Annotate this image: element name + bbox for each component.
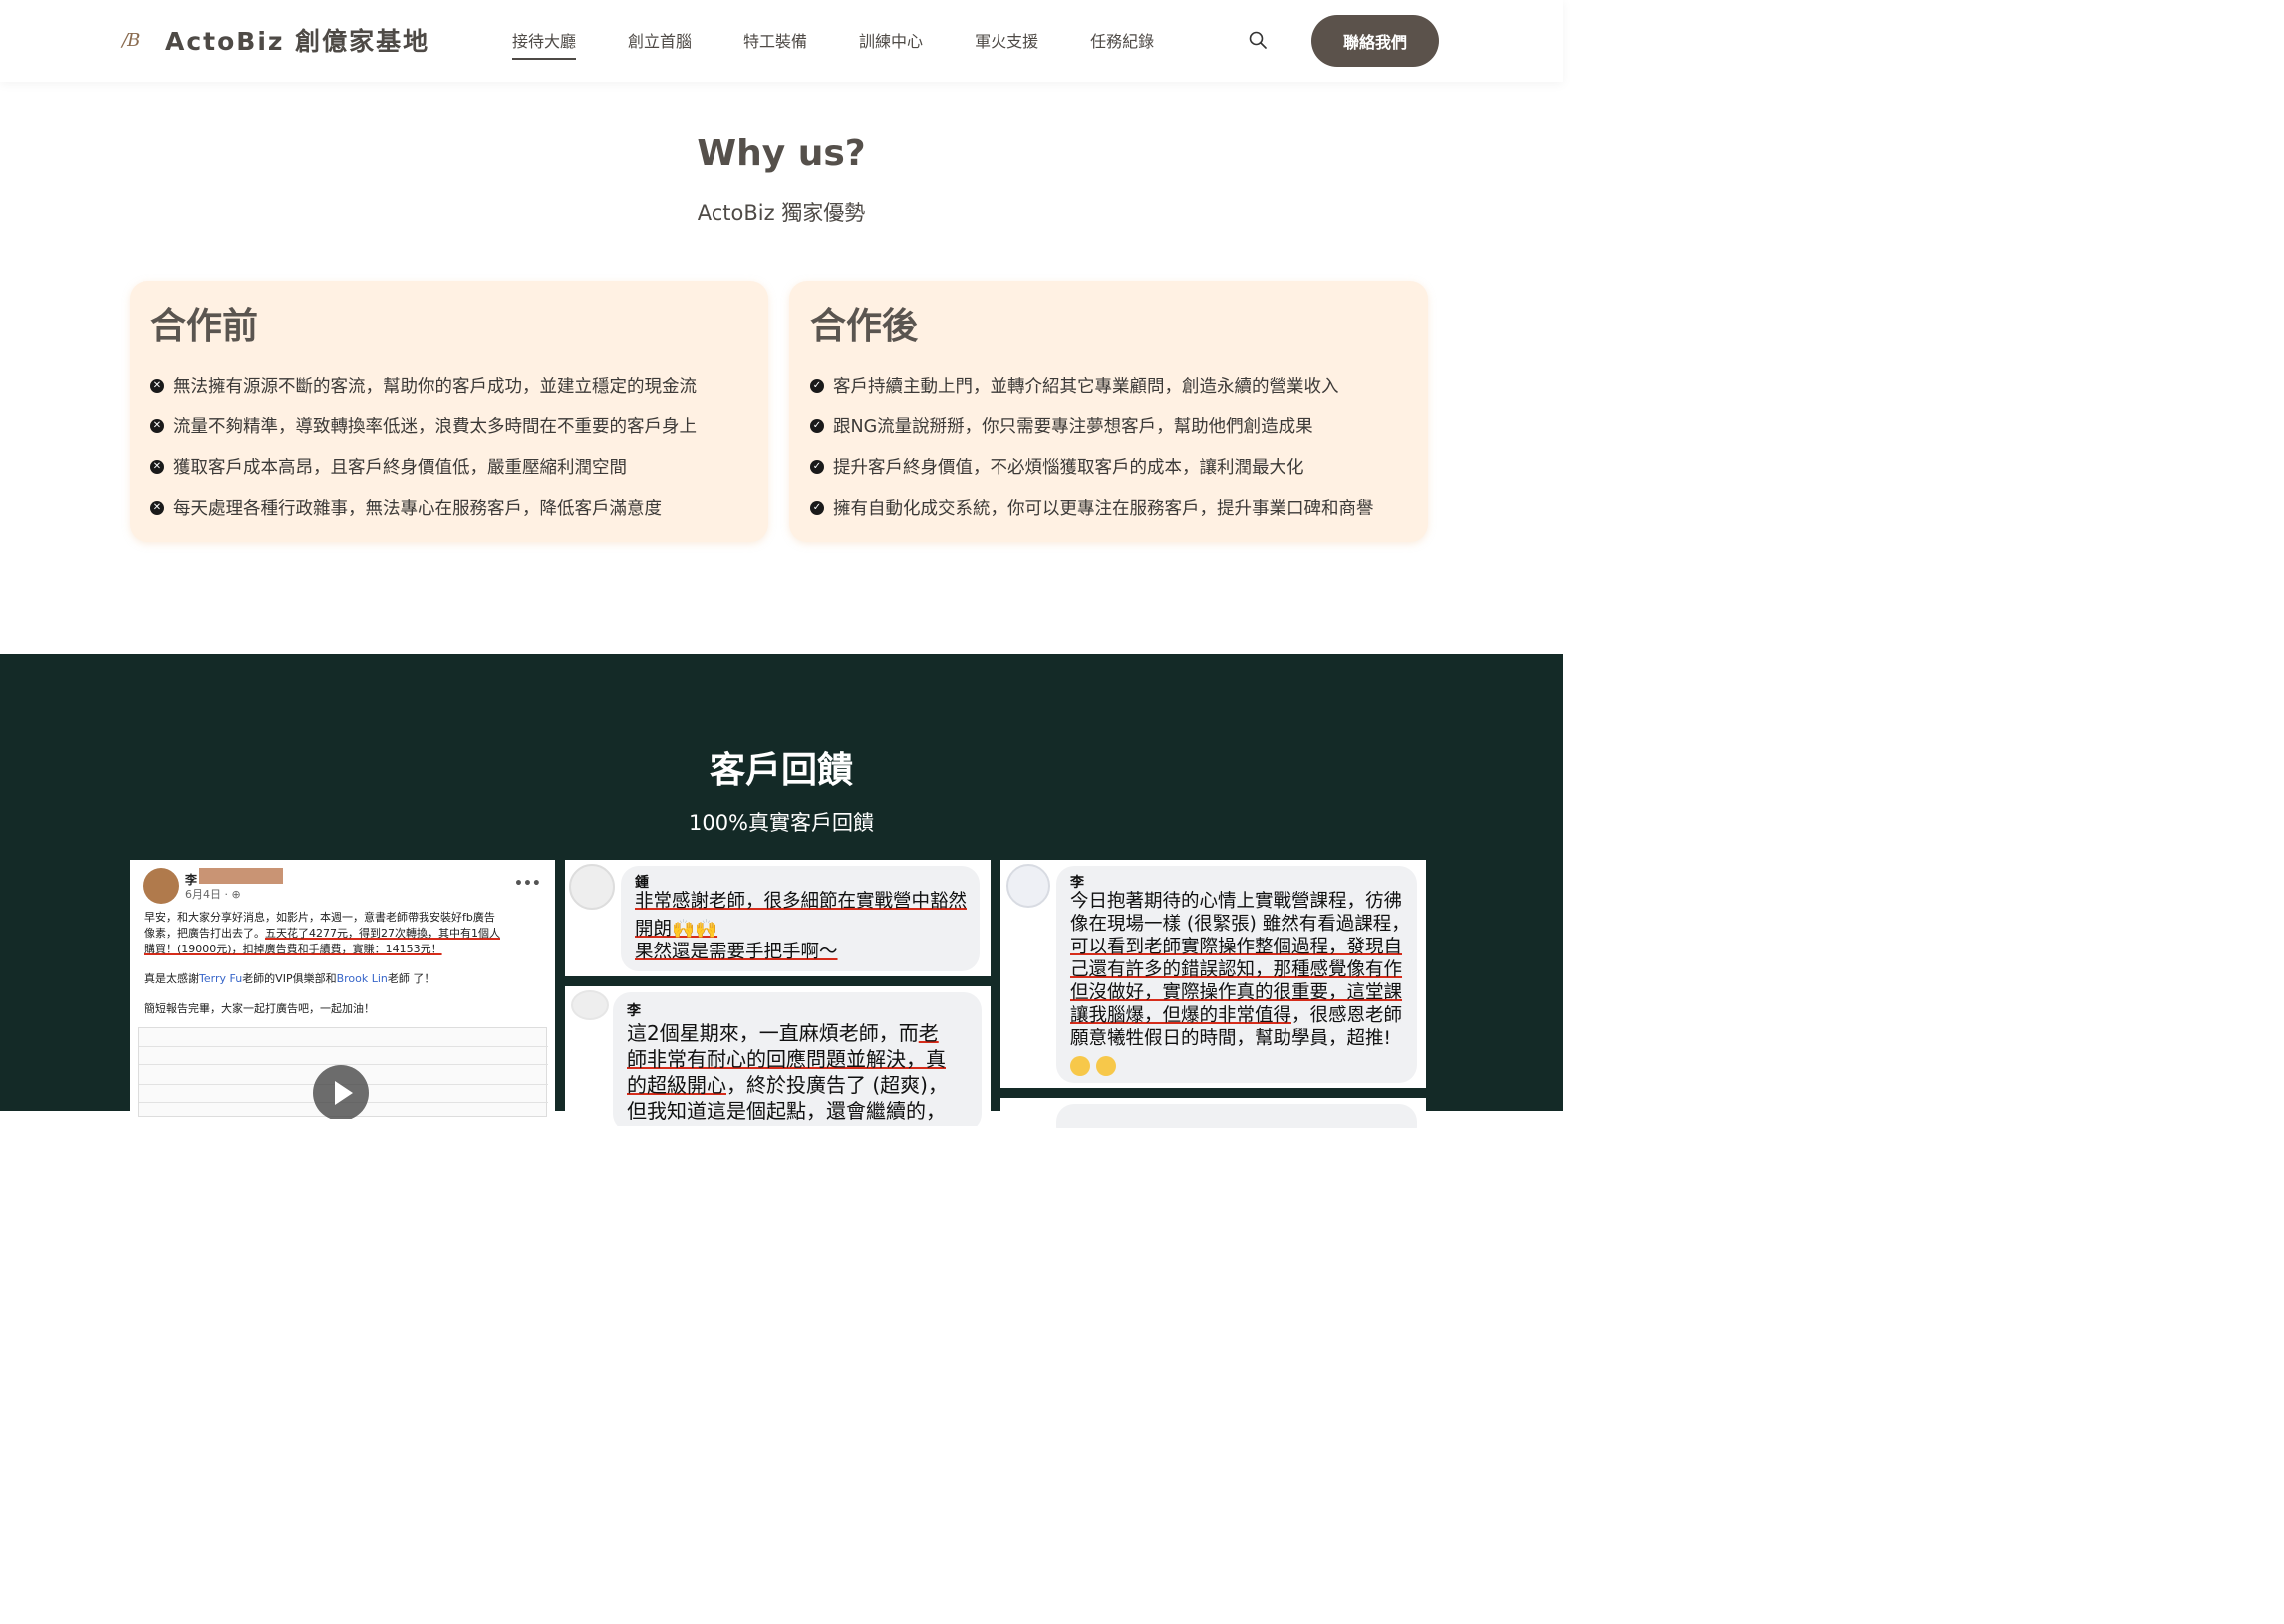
x-circle-icon: ✕: [150, 418, 164, 433]
redacted-block: [199, 868, 283, 884]
check-circle-icon: ✓: [810, 500, 824, 515]
avatar: [143, 868, 179, 904]
check-circle-icon: ✓: [810, 459, 824, 474]
avatar: [569, 864, 615, 910]
avatar: [571, 990, 609, 1020]
list-item: ✕ 獲取客戶成本高昂，且客戶終身價值低，嚴重壓縮利潤空間: [150, 446, 697, 487]
check-circle-icon: ✓: [810, 418, 824, 433]
feedback-screenshot-comment[interactable]: 鍾 非常感謝老師，很多細節在實戰營中豁然 開朗🙌🙌 果然還是需要手把手啊～: [565, 860, 991, 976]
nav-item-equipment[interactable]: 特工裝備: [743, 28, 807, 60]
card-title: 合作後: [810, 306, 919, 347]
list-item: ✓ 提升客戶終身價值，不必煩惱獲取客戶的成本，讓利潤最大化: [810, 446, 1374, 487]
before-list: ✕ 無法擁有源源不斷的客流，幫助你的客戶成功，並建立穩定的現金流 ✕ 流量不夠精準，…: [150, 365, 697, 528]
x-circle-icon: ✕: [150, 459, 164, 474]
comment-text: 這2個星期來，一直麻煩老師，而老 師非常有耐心的回應問題並解決，真 的超級開心，…: [627, 1021, 948, 1123]
card-title: 合作前: [150, 306, 259, 347]
site-header: /B ActoBiz 創億家基地 接待大廳 創立首腦 特工裝備 訓練中心 軍火支…: [0, 0, 1563, 82]
play-icon[interactable]: [313, 1065, 369, 1119]
feedback-screenshot-comment[interactable]: [1000, 1098, 1426, 1128]
list-item: ✓ 客戶持續主動上門，並轉介紹其它專業顧問，創造永續的營業收入: [810, 365, 1374, 406]
laughing-emoji-icon: [1070, 1056, 1090, 1076]
comment-author: 鍾: [635, 875, 649, 891]
check-circle-icon: ✓: [810, 378, 824, 393]
list-item: ✕ 無法擁有源源不斷的客流，幫助你的客戶成功，並建立穩定的現金流: [150, 365, 697, 406]
avatar: [1006, 864, 1050, 908]
nav-item-training[interactable]: 訓練中心: [859, 28, 923, 60]
post-date: 6月4日 · ⊕: [185, 888, 241, 901]
search-icon[interactable]: [1248, 30, 1268, 50]
x-circle-icon: ✕: [150, 500, 164, 515]
section-subtitle: ActoBiz 獨家優勢: [697, 201, 866, 225]
before-card: 合作前 ✕ 無法擁有源源不斷的客流，幫助你的客戶成功，並建立穩定的現金流 ✕ 流量不…: [130, 281, 768, 542]
nav-item-missions[interactable]: 任務紀錄: [1090, 28, 1154, 60]
why-us-section: Why us? ActoBiz 獨家優勢 合作前 ✕ 無法擁有源源不斷的客流，幫助…: [0, 82, 1563, 654]
list-item: ✕ 流量不夠精準，導致轉換率低迷，浪費太多時間在不重要的客戶身上: [150, 406, 697, 446]
feedback-section: 客戶回饋 100%真實客戶回饋 李 6月4日 · ⊕ ••• 早安，和大家分享好…: [0, 654, 1563, 1128]
logo-mark: /B: [122, 29, 140, 51]
contact-us-button[interactable]: 聯絡我們: [1311, 15, 1439, 67]
post-body: 早安，和大家分享好消息，如影片，本週一，意書老師帶我安裝好fb廣告 像素，把廣告…: [144, 911, 500, 1015]
site-logo[interactable]: /B ActoBiz 創億家基地: [122, 22, 429, 58]
nav-item-founder[interactable]: 創立首腦: [628, 28, 692, 60]
more-icon[interactable]: •••: [514, 876, 541, 892]
comment-text: 非常感謝老師，很多細節在實戰營中豁然 開朗🙌🙌 果然還是需要手把手啊～: [635, 891, 968, 962]
list-item: ✕ 每天處理各種行政雜事，無法專心在服務客戶，降低客戶滿意度: [150, 487, 697, 528]
after-list: ✓ 客戶持續主動上門，並轉介紹其它專業顧問，創造永續的營業收入 ✓ 跟NG流量說掰掰…: [810, 365, 1374, 528]
feedback-screenshot-comment[interactable]: 李 今日抱著期待的心情上實戰營課程，彷彿 像在現場一樣 (很緊張) 雖然有看過課…: [1000, 860, 1426, 1088]
section-title: Why us?: [697, 134, 866, 174]
logo-text: ActoBiz 創億家基地: [165, 27, 430, 56]
section-subtitle: 100%真實客戶回饋: [688, 811, 875, 835]
comment-author: 李: [1070, 875, 1084, 891]
comment-bubble: [1056, 1104, 1417, 1128]
feedback-screenshot-comment[interactable]: 李 這2個星期來，一直麻煩老師，而老 師非常有耐心的回應問題並解決，真 的超級開…: [565, 986, 991, 1126]
feedback-screenshot-post[interactable]: 李 6月4日 · ⊕ ••• 早安，和大家分享好消息，如影片，本週一，意書老師帶…: [130, 860, 555, 1119]
laughing-emoji-icon: [1096, 1056, 1116, 1076]
list-item: ✓ 擁有自動化成交系統，你可以更專注在服務客戶，提升事業口碑和商譽: [810, 487, 1374, 528]
after-card: 合作後 ✓ 客戶持續主動上門，並轉介紹其它專業顧問，創造永續的營業收入 ✓ 跟NG流…: [789, 281, 1428, 542]
comment-author: 李: [627, 1003, 641, 1019]
main-nav: 接待大廳 創立首腦 特工裝備 訓練中心 軍火支援 任務紀錄: [512, 28, 1206, 60]
nav-item-support[interactable]: 軍火支援: [975, 28, 1038, 60]
x-circle-icon: ✕: [150, 378, 164, 393]
section-title: 客戶回饋: [709, 750, 853, 791]
list-item: ✓ 跟NG流量說掰掰，你只需要專注夢想客戶，幫助他們創造成果: [810, 406, 1374, 446]
comment-text: 今日抱著期待的心情上實戰營課程，彷彿 像在現場一樣 (很緊張) 雖然有看過課程，…: [1070, 890, 1414, 1077]
nav-item-lobby[interactable]: 接待大廳: [512, 28, 577, 60]
